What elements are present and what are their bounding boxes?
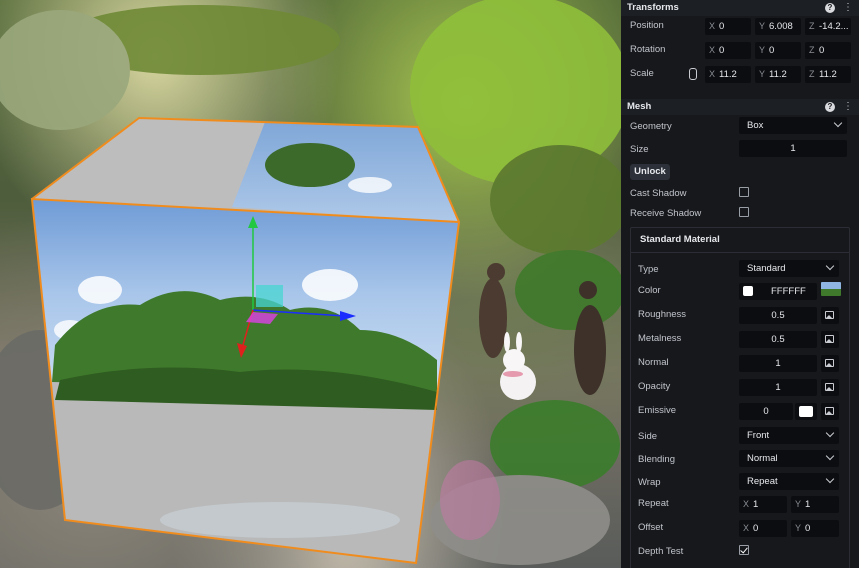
help-icon[interactable]: ? (825, 3, 835, 13)
depth-test-checkbox[interactable] (739, 545, 749, 555)
roughness-label: Roughness (638, 309, 687, 320)
depth-test-label: Depth Test (638, 546, 684, 557)
material-title: Standard Material (640, 234, 720, 245)
properties-panel: Transforms ? ⋮ Position X0 Y 6.008 Z -14.2… (621, 0, 859, 568)
wrap-select[interactable]: Repeat (739, 473, 839, 490)
more-options-icon[interactable]: ⋮ (843, 101, 853, 113)
geometry-select[interactable]: Box (739, 117, 847, 134)
position-x-field[interactable]: X0 (705, 18, 751, 35)
emissive-field[interactable]: 0 (739, 403, 793, 420)
normal-field[interactable]: 1 (739, 355, 817, 372)
opacity-label: Opacity (638, 381, 671, 392)
more-options-icon[interactable]: ⋮ (843, 2, 853, 14)
rotation-label: Rotation (630, 44, 666, 55)
link-icon[interactable] (689, 68, 697, 80)
mesh-header[interactable]: Mesh ? ⋮ (621, 99, 859, 115)
offset-x-field[interactable]: X0 (739, 520, 787, 537)
emissive-color-field[interactable] (795, 403, 817, 420)
color-label: Color (638, 285, 661, 296)
scale-label: Scale (630, 68, 654, 79)
repeat-label: Repeat (638, 498, 669, 509)
position-z-field[interactable]: Z -14.2... (805, 18, 851, 35)
scene-viewport[interactable] (0, 0, 621, 568)
transforms-header[interactable]: Transforms ? ⋮ (621, 0, 859, 16)
cast-shadow-checkbox[interactable] (739, 187, 749, 197)
position-label: Position (630, 20, 664, 31)
receive-shadow-label: Receive Shadow (630, 208, 702, 219)
unlock-button[interactable]: Unlock (630, 164, 670, 180)
bunny-figure (500, 332, 536, 400)
type-select[interactable]: Standard (739, 260, 839, 277)
emissive-color-swatch[interactable] (799, 406, 813, 417)
side-select[interactable]: Front (739, 427, 839, 444)
scale-y-field[interactable]: Y 11.2 (755, 66, 801, 83)
divider (631, 252, 849, 253)
receive-shadow-checkbox[interactable] (739, 207, 749, 217)
size-label: Size (630, 144, 649, 155)
opacity-field[interactable]: 1 (739, 379, 817, 396)
color-texture-thumbnail[interactable] (821, 282, 841, 296)
scale-z-field[interactable]: Z 11.2 (805, 66, 851, 83)
geometry-label: Geometry (630, 121, 672, 132)
opacity-map-button[interactable] (821, 379, 839, 396)
chevron-down-icon (825, 428, 835, 438)
roughness-map-button[interactable] (821, 307, 839, 324)
cast-shadow-label: Cast Shadow (630, 188, 687, 199)
rotation-x-field[interactable]: X0 (705, 42, 751, 59)
rotation-y-field[interactable]: Y0 (755, 42, 801, 59)
metalness-field[interactable]: 0.5 (739, 331, 817, 348)
metalness-label: Metalness (638, 333, 682, 344)
blending-select[interactable]: Normal (739, 450, 839, 467)
emissive-label: Emissive (638, 405, 677, 416)
offset-y-field[interactable]: Y0 (791, 520, 839, 537)
scale-x-field[interactable]: X 11.2 (705, 66, 751, 83)
color-swatch[interactable] (743, 286, 753, 296)
side-label: Side (638, 431, 658, 442)
repeat-y-field[interactable]: Y1 (791, 496, 839, 513)
roughness-field[interactable]: 0.5 (739, 307, 817, 324)
standard-material-section: Standard Material Type Standard Color FF… (630, 227, 850, 568)
chevron-down-icon (833, 118, 843, 128)
size-field[interactable]: 1 (739, 140, 847, 157)
metalness-map-button[interactable] (821, 331, 839, 348)
check-icon (740, 545, 748, 554)
emissive-map-button[interactable] (821, 403, 839, 420)
normal-map-button[interactable] (821, 355, 839, 372)
color-field[interactable]: FFFFFF (739, 283, 817, 300)
mesh-title: Mesh (627, 101, 652, 112)
transforms-title: Transforms (627, 2, 679, 13)
position-y-field[interactable]: Y 6.008 (755, 18, 801, 35)
rotation-z-field[interactable]: Z0 (805, 42, 851, 59)
repeat-x-field[interactable]: X1 (739, 496, 787, 513)
chevron-down-icon (825, 261, 835, 271)
scene-canvas[interactable] (0, 0, 621, 568)
normal-label: Normal (638, 357, 669, 368)
chevron-down-icon (825, 451, 835, 461)
help-icon[interactable]: ? (825, 102, 835, 112)
type-label: Type (638, 264, 659, 275)
offset-label: Offset (638, 522, 664, 533)
blending-label: Blending (638, 454, 675, 465)
wrap-label: Wrap (638, 477, 661, 488)
chevron-down-icon (825, 474, 835, 484)
